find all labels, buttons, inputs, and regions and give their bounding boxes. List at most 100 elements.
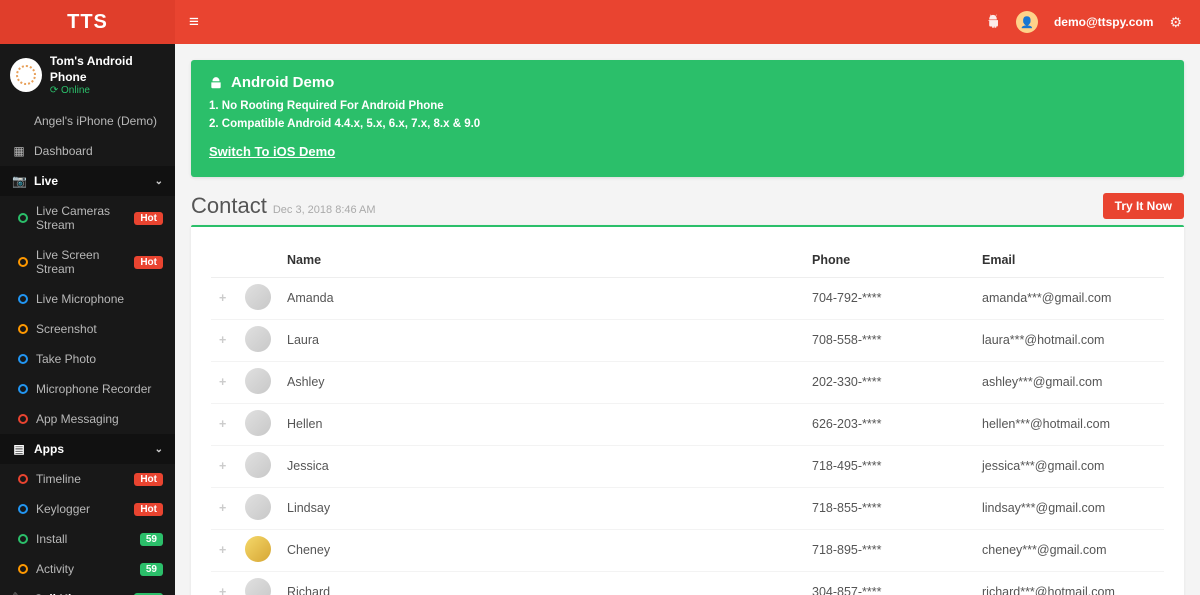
sidebar-section-live[interactable]: 📷 Live ⌄ bbox=[0, 166, 175, 196]
col-email: Email bbox=[974, 243, 1164, 278]
table-row[interactable]: + Cheney 718-895-**** cheney***@gmail.co… bbox=[211, 529, 1164, 571]
contact-email: richard***@hotmail.com bbox=[974, 571, 1164, 595]
contact-phone: 202-330-**** bbox=[804, 361, 974, 403]
user-email[interactable]: demo@ttspy.com bbox=[1054, 15, 1154, 29]
contact-phone: 718-895-**** bbox=[804, 529, 974, 571]
table-row[interactable]: + Jessica 718-495-**** jessica***@gmail.… bbox=[211, 445, 1164, 487]
contact-email: amanda***@gmail.com bbox=[974, 277, 1164, 319]
contact-avatar-icon bbox=[245, 284, 271, 310]
sidebar-item-apps-0[interactable]: Timeline Hot bbox=[4, 464, 175, 494]
contact-phone: 708-558-**** bbox=[804, 319, 974, 361]
badge: Hot bbox=[134, 503, 163, 516]
contact-name: Ashley bbox=[279, 361, 804, 403]
user-avatar-icon[interactable]: 👤 bbox=[1016, 11, 1038, 33]
sidebar-item-live-3[interactable]: Screenshot bbox=[4, 314, 175, 344]
sidebar-item-live-2[interactable]: Live Microphone bbox=[4, 284, 175, 314]
contact-avatar-icon bbox=[245, 452, 271, 478]
badge: 59 bbox=[140, 533, 163, 546]
header-actions: 👤 demo@ttspy.com ⚙ bbox=[970, 11, 1200, 33]
expand-row-icon[interactable]: + bbox=[211, 529, 237, 571]
status-icon bbox=[18, 504, 28, 514]
contact-name: Jessica bbox=[279, 445, 804, 487]
sidebar: Tom's Android Phone Online Angel's iPhon… bbox=[0, 44, 175, 595]
expand-row-icon[interactable]: + bbox=[211, 403, 237, 445]
expand-row-icon[interactable]: + bbox=[211, 277, 237, 319]
contact-phone: 704-792-**** bbox=[804, 277, 974, 319]
banner-line: 1. No Rooting Required For Android Phone bbox=[209, 97, 1166, 115]
contact-avatar-icon bbox=[245, 494, 271, 520]
contact-phone: 626-203-**** bbox=[804, 403, 974, 445]
demo-banner: Android Demo 1. No Rooting Required For … bbox=[191, 60, 1184, 177]
table-row[interactable]: + Hellen 626-203-**** hellen***@hotmail.… bbox=[211, 403, 1164, 445]
contact-avatar-icon bbox=[245, 410, 271, 436]
table-row[interactable]: + Lindsay 718-855-**** lindsay***@gmail.… bbox=[211, 487, 1164, 529]
table-row[interactable]: + Ashley 202-330-**** ashley***@gmail.co… bbox=[211, 361, 1164, 403]
table-row[interactable]: + Amanda 704-792-**** amanda***@gmail.co… bbox=[211, 277, 1164, 319]
brand-logo[interactable]: TTS bbox=[0, 0, 175, 44]
badge: Hot bbox=[134, 256, 163, 269]
status-icon bbox=[18, 213, 28, 223]
contact-avatar-icon bbox=[245, 536, 271, 562]
sidebar-item-iphone-demo[interactable]: Angel's iPhone (Demo) bbox=[0, 106, 175, 136]
page-header: Contact Dec 3, 2018 8:46 AM Try It Now bbox=[175, 193, 1200, 225]
status-icon bbox=[18, 564, 28, 574]
expand-row-icon[interactable]: + bbox=[211, 361, 237, 403]
expand-row-icon[interactable]: + bbox=[211, 487, 237, 529]
menu-toggle-icon[interactable]: ≡ bbox=[175, 12, 213, 32]
banner-title: Android Demo bbox=[231, 74, 334, 91]
contact-name: Richard bbox=[279, 571, 804, 595]
col-phone: Phone bbox=[804, 243, 974, 278]
status-icon bbox=[18, 534, 28, 544]
sidebar-section-apps[interactable]: ▤ Apps ⌄ bbox=[0, 434, 175, 464]
page-title: Contact bbox=[191, 193, 267, 219]
sidebar-item-live-5[interactable]: Microphone Recorder bbox=[4, 374, 175, 404]
settings-icon[interactable]: ⚙ bbox=[1169, 14, 1182, 31]
sidebar-item-phone[interactable]: 📞 Call Hisotry 484 bbox=[0, 584, 175, 595]
expand-row-icon[interactable]: + bbox=[211, 319, 237, 361]
contact-email: laura***@hotmail.com bbox=[974, 319, 1164, 361]
device-panel[interactable]: Tom's Android Phone Online bbox=[0, 44, 175, 106]
sidebar-item-label: Screenshot bbox=[36, 322, 163, 336]
sidebar-item-label: Dashboard bbox=[34, 144, 163, 158]
sidebar-item-apps-3[interactable]: Activity 59 bbox=[4, 554, 175, 584]
main-content: Android Demo 1. No Rooting Required For … bbox=[175, 44, 1200, 595]
status-icon bbox=[18, 294, 28, 304]
try-it-now-button[interactable]: Try It Now bbox=[1103, 193, 1184, 219]
contact-avatar-icon bbox=[245, 326, 271, 352]
contacts-table: Name Phone Email + Amanda 704-792-**** a… bbox=[211, 243, 1164, 595]
expand-row-icon[interactable]: + bbox=[211, 571, 237, 595]
contact-email: jessica***@gmail.com bbox=[974, 445, 1164, 487]
sidebar-item-dashboard[interactable]: ▦ Dashboard bbox=[0, 136, 175, 166]
badge: 59 bbox=[140, 563, 163, 576]
sidebar-item-apps-1[interactable]: Keylogger Hot bbox=[4, 494, 175, 524]
contact-name: Amanda bbox=[279, 277, 804, 319]
sidebar-item-live-6[interactable]: App Messaging bbox=[4, 404, 175, 434]
switch-demo-link[interactable]: Switch To iOS Demo bbox=[209, 144, 335, 159]
sidebar-item-label: Live Microphone bbox=[36, 292, 163, 306]
status-icon bbox=[18, 384, 28, 394]
col-name: Name bbox=[279, 243, 804, 278]
banner-line: 2. Compatible Android 4.4.x, 5.x, 6.x, 7… bbox=[209, 115, 1166, 133]
sidebar-item-apps-2[interactable]: Install 59 bbox=[4, 524, 175, 554]
sidebar-item-label: Install bbox=[36, 532, 132, 546]
status-icon bbox=[18, 324, 28, 334]
badge: Hot bbox=[134, 473, 163, 486]
contact-name: Hellen bbox=[279, 403, 804, 445]
android-icon[interactable] bbox=[986, 14, 1000, 31]
contact-email: hellen***@hotmail.com bbox=[974, 403, 1164, 445]
contact-phone: 718-495-**** bbox=[804, 445, 974, 487]
sidebar-item-label: App Messaging bbox=[36, 412, 163, 426]
table-row[interactable]: + Richard 304-857-**** richard***@hotmai… bbox=[211, 571, 1164, 595]
table-row[interactable]: + Laura 708-558-**** laura***@hotmail.co… bbox=[211, 319, 1164, 361]
expand-row-icon[interactable]: + bbox=[211, 445, 237, 487]
device-status: Online bbox=[50, 85, 165, 96]
status-icon bbox=[18, 474, 28, 484]
dashboard-icon: ▦ bbox=[12, 144, 26, 158]
contact-name: Laura bbox=[279, 319, 804, 361]
camera-icon: 📷 bbox=[12, 174, 26, 188]
contact-name: Cheney bbox=[279, 529, 804, 571]
sidebar-item-live-0[interactable]: Live Cameras StreamHot bbox=[4, 196, 175, 240]
sidebar-item-live-4[interactable]: Take Photo bbox=[4, 344, 175, 374]
sidebar-item-label: Live Cameras Stream bbox=[36, 204, 126, 232]
sidebar-item-live-1[interactable]: Live Screen StreamHot bbox=[4, 240, 175, 284]
